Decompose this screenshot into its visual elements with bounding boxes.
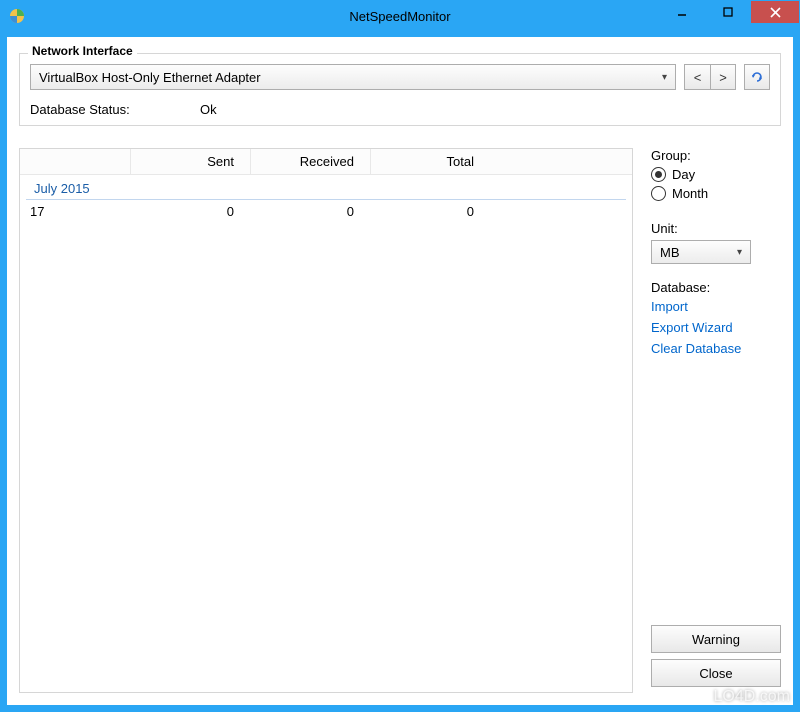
cell-sent: 0 xyxy=(130,204,250,219)
database-status-label: Database Status: xyxy=(30,102,200,117)
maximize-button[interactable] xyxy=(705,1,751,23)
radio-icon xyxy=(651,167,666,182)
table-row[interactable]: 17 0 0 0 xyxy=(20,200,632,223)
import-link[interactable]: Import xyxy=(651,299,781,314)
column-sent[interactable]: Sent xyxy=(130,149,250,175)
cell-received: 0 xyxy=(250,204,370,219)
chevron-down-icon: ▾ xyxy=(662,72,667,83)
titlebar: NetSpeedMonitor xyxy=(1,1,799,31)
interface-dropdown[interactable]: VirtualBox Host-Only Ethernet Adapter ▾ xyxy=(30,64,676,90)
export-wizard-link[interactable]: Export Wizard xyxy=(651,320,781,335)
database-status-value: Ok xyxy=(200,102,217,117)
next-interface-button[interactable]: > xyxy=(710,64,736,90)
table-header-row: Sent Received Total xyxy=(20,149,632,175)
unit-dropdown[interactable]: MB ▾ xyxy=(651,240,751,264)
window-controls xyxy=(659,1,799,31)
column-received[interactable]: Received xyxy=(250,149,370,175)
chevron-down-icon: ▾ xyxy=(737,247,742,258)
app-icon xyxy=(9,8,25,24)
radio-icon xyxy=(651,186,666,201)
month-group-header: July 2015 xyxy=(26,175,626,200)
network-interface-legend: Network Interface xyxy=(28,44,137,58)
radio-day[interactable]: Day xyxy=(651,167,781,182)
cell-day: 17 xyxy=(20,204,130,219)
close-button[interactable]: Close xyxy=(651,659,781,687)
cell-total: 0 xyxy=(370,204,490,219)
window-content: Network Interface VirtualBox Host-Only E… xyxy=(1,31,799,711)
radio-month-label: Month xyxy=(672,186,708,201)
column-total[interactable]: Total xyxy=(370,149,490,175)
side-panel: Group: Day Month Unit: MB ▾ Database: Im… xyxy=(651,148,781,693)
radio-month[interactable]: Month xyxy=(651,186,781,201)
application-window: NetSpeedMonitor Network Interface Virtua… xyxy=(0,0,800,712)
network-interface-group: Network Interface VirtualBox Host-Only E… xyxy=(19,53,781,126)
prev-interface-button[interactable]: < xyxy=(684,64,710,90)
minimize-button[interactable] xyxy=(659,1,705,23)
traffic-table: Sent Received Total July 2015 17 0 0 0 xyxy=(19,148,633,693)
database-label: Database: xyxy=(651,280,781,295)
unit-label: Unit: xyxy=(651,221,781,236)
refresh-button[interactable] xyxy=(744,64,770,90)
group-label: Group: xyxy=(651,148,781,163)
interface-selected-value: VirtualBox Host-Only Ethernet Adapter xyxy=(39,70,261,85)
unit-selected-value: MB xyxy=(660,245,680,260)
clear-database-link[interactable]: Clear Database xyxy=(651,341,781,356)
radio-day-label: Day xyxy=(672,167,695,182)
close-window-button[interactable] xyxy=(751,1,799,23)
warning-button[interactable]: Warning xyxy=(651,625,781,653)
